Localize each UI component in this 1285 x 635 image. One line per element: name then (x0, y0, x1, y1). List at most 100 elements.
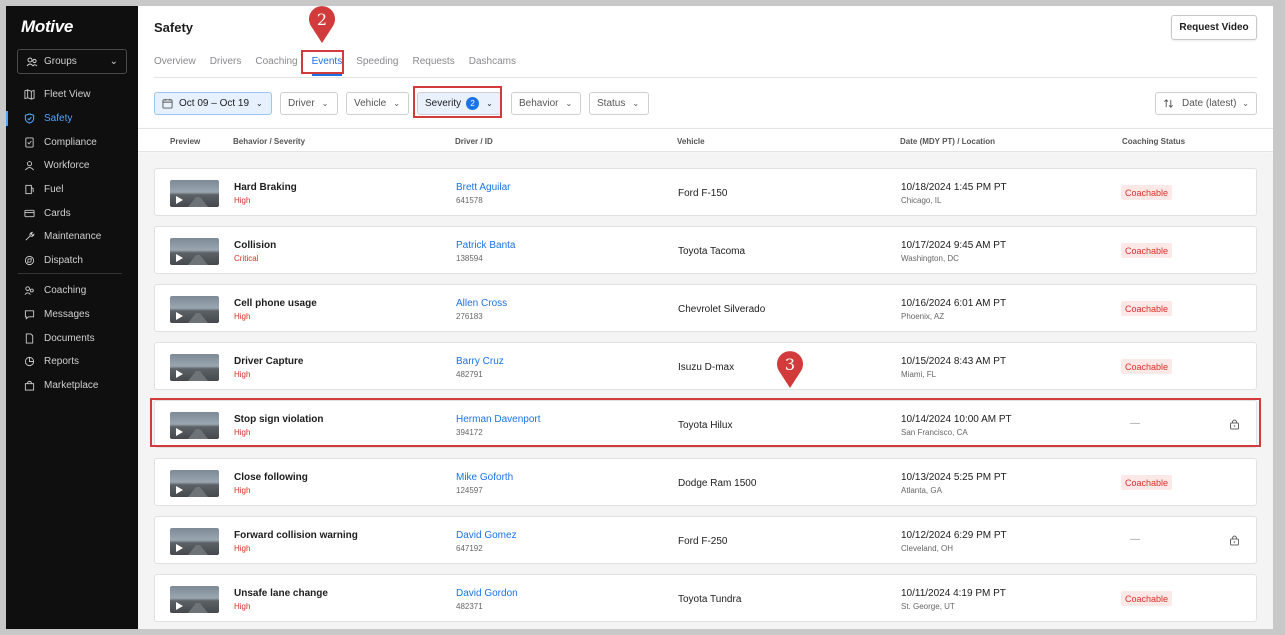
tab-drivers[interactable]: Drivers (210, 56, 242, 76)
step-2-marker: 2 (306, 4, 338, 44)
sidebar-item-dispatch[interactable]: Dispatch (6, 249, 138, 273)
driver-id: 138594 (456, 254, 483, 263)
driver-link[interactable]: Barry Cruz (456, 356, 504, 367)
driver-link[interactable]: Patrick Banta (456, 240, 515, 251)
sort-dropdown[interactable]: Date (latest) ⌄ (1155, 92, 1257, 115)
behavior-label: Driver Capture (234, 356, 304, 367)
status-filter[interactable]: Status ⌄ (589, 92, 649, 115)
severity-label: High (234, 602, 251, 611)
sidebar-nav-primary: Fleet View Safety Compliance Workforce F… (6, 83, 138, 273)
severity-count-badge: 2 (466, 97, 480, 110)
request-video-button[interactable]: Request Video (1171, 15, 1257, 40)
vehicle-filter[interactable]: Vehicle ⌄ (346, 92, 409, 115)
bag-icon (24, 381, 35, 391)
video-thumbnail[interactable] (170, 238, 219, 265)
table-header: Preview Behavior / Severity Driver / ID … (138, 128, 1273, 152)
event-date: 10/14/2024 10:00 AM PT (901, 414, 1012, 425)
event-date: 10/17/2024 9:45 AM PT (901, 240, 1007, 251)
sidebar-item-fuel[interactable]: Fuel (6, 178, 138, 202)
severity-label: High (234, 486, 251, 495)
tab-coaching[interactable]: Coaching (255, 56, 297, 76)
video-thumbnail[interactable] (170, 528, 219, 555)
driver-link[interactable]: Mike Goforth (456, 472, 513, 483)
sidebar-item-cards[interactable]: Cards (6, 201, 138, 225)
event-date: 10/18/2024 1:45 PM PT (901, 182, 1007, 193)
driver-id: 276183 (456, 312, 483, 321)
tab-events[interactable]: Events (311, 56, 343, 76)
vehicle-name: Toyota Hilux (678, 420, 733, 431)
coaching-status-badge: Coachable (1121, 301, 1173, 316)
event-location: Miami, FL (901, 370, 937, 379)
severity-label: High (234, 428, 251, 437)
sidebar-item-workforce[interactable]: Workforce (6, 154, 138, 178)
event-date: 10/11/2024 4:19 PM PT (901, 588, 1006, 599)
table-row[interactable]: Close following High Mike Goforth 124597… (154, 458, 1257, 506)
vehicle-name: Isuzu D-max (678, 362, 735, 373)
tab-dashcams[interactable]: Dashcams (469, 56, 516, 76)
tab-requests[interactable]: Requests (412, 56, 454, 76)
sidebar-item-messages[interactable]: Messages (6, 303, 138, 327)
event-location: Cleveland, OH (901, 544, 954, 553)
column-header-date[interactable]: Date (MDY PT) / Location (900, 137, 995, 146)
event-location: Chicago, IL (901, 196, 942, 205)
driver-link[interactable]: Allen Cross (456, 298, 507, 309)
column-header-vehicle[interactable]: Vehicle (677, 137, 705, 146)
lock-icon (1230, 419, 1239, 430)
event-location: Phoenix, AZ (901, 312, 945, 321)
video-thumbnail[interactable] (170, 412, 219, 439)
table-row[interactable]: Unsafe lane change High David Gordon 482… (154, 574, 1257, 622)
document-icon (25, 333, 34, 344)
sidebar-item-maintenance[interactable]: Maintenance (6, 225, 138, 249)
vehicle-name: Ford F-150 (678, 188, 728, 199)
severity-label: High (234, 370, 251, 379)
driver-link[interactable]: David Gomez (456, 530, 517, 541)
groups-dropdown[interactable]: Groups ⌄ (17, 49, 127, 74)
column-header-driver[interactable]: Driver / ID (455, 137, 493, 146)
sidebar-item-marketplace[interactable]: Marketplace (6, 374, 138, 398)
table-row[interactable]: Driver Capture High Barry Cruz 482791 Is… (154, 342, 1257, 390)
main-content: Safety Request Video Overview Drivers Co… (138, 6, 1273, 629)
column-header-preview[interactable]: Preview (170, 137, 200, 146)
dispatch-icon (24, 256, 35, 266)
driver-filter[interactable]: Driver ⌄ (280, 92, 338, 115)
tab-speeding[interactable]: Speeding (356, 56, 398, 76)
sidebar-item-fleet-view[interactable]: Fleet View (6, 83, 138, 107)
table-row[interactable]: Hard Braking High Brett Aguilar 641578 F… (154, 168, 1257, 216)
lock-icon (1230, 535, 1239, 546)
column-header-coaching-status[interactable]: Coaching Status (1122, 137, 1185, 146)
severity-label: High (234, 544, 251, 553)
date-range-filter[interactable]: Oct 09 – Oct 19 ⌄ (154, 92, 272, 115)
chevron-down-icon: ⌄ (1242, 99, 1249, 108)
card-icon (24, 209, 35, 217)
behavior-filter[interactable]: Behavior ⌄ (511, 92, 581, 115)
severity-label: Critical (234, 254, 259, 263)
driver-link[interactable]: Herman Davenport (456, 414, 540, 425)
motive-logo[interactable]: Motive (21, 17, 73, 37)
sidebar-item-compliance[interactable]: Compliance (6, 130, 138, 154)
sidebar-item-reports[interactable]: Reports (6, 350, 138, 374)
groups-label: Groups (44, 56, 77, 67)
sidebar-item-documents[interactable]: Documents (6, 326, 138, 350)
column-header-behavior[interactable]: Behavior / Severity (233, 137, 305, 146)
video-thumbnail[interactable] (170, 180, 219, 207)
video-thumbnail[interactable] (170, 586, 219, 613)
table-row[interactable]: Forward collision warning High David Gom… (154, 516, 1257, 564)
video-thumbnail[interactable] (170, 354, 219, 381)
severity-filter[interactable]: Severity 2 ⌄ (417, 92, 501, 115)
behavior-label: Stop sign violation (234, 414, 324, 425)
step-3-marker: 3 (774, 349, 806, 389)
shield-icon (24, 113, 35, 124)
table-row-highlighted[interactable]: Stop sign violation High Herman Davenpor… (154, 400, 1257, 448)
sidebar-item-safety[interactable]: Safety (6, 107, 138, 131)
video-thumbnail[interactable] (170, 296, 219, 323)
table-row[interactable]: Cell phone usage High Allen Cross 276183… (154, 284, 1257, 332)
driver-link[interactable]: David Gordon (456, 588, 518, 599)
sidebar-item-coaching[interactable]: Coaching (6, 279, 138, 303)
sort-icon (1164, 99, 1173, 108)
driver-link[interactable]: Brett Aguilar (456, 182, 510, 193)
sidebar: Motive Groups ⌄ Fleet View Safety Compli… (6, 6, 138, 629)
table-row[interactable]: Collision Critical Patrick Banta 138594 … (154, 226, 1257, 274)
behavior-label: Hard Braking (234, 182, 297, 193)
video-thumbnail[interactable] (170, 470, 219, 497)
tab-overview[interactable]: Overview (154, 56, 196, 76)
